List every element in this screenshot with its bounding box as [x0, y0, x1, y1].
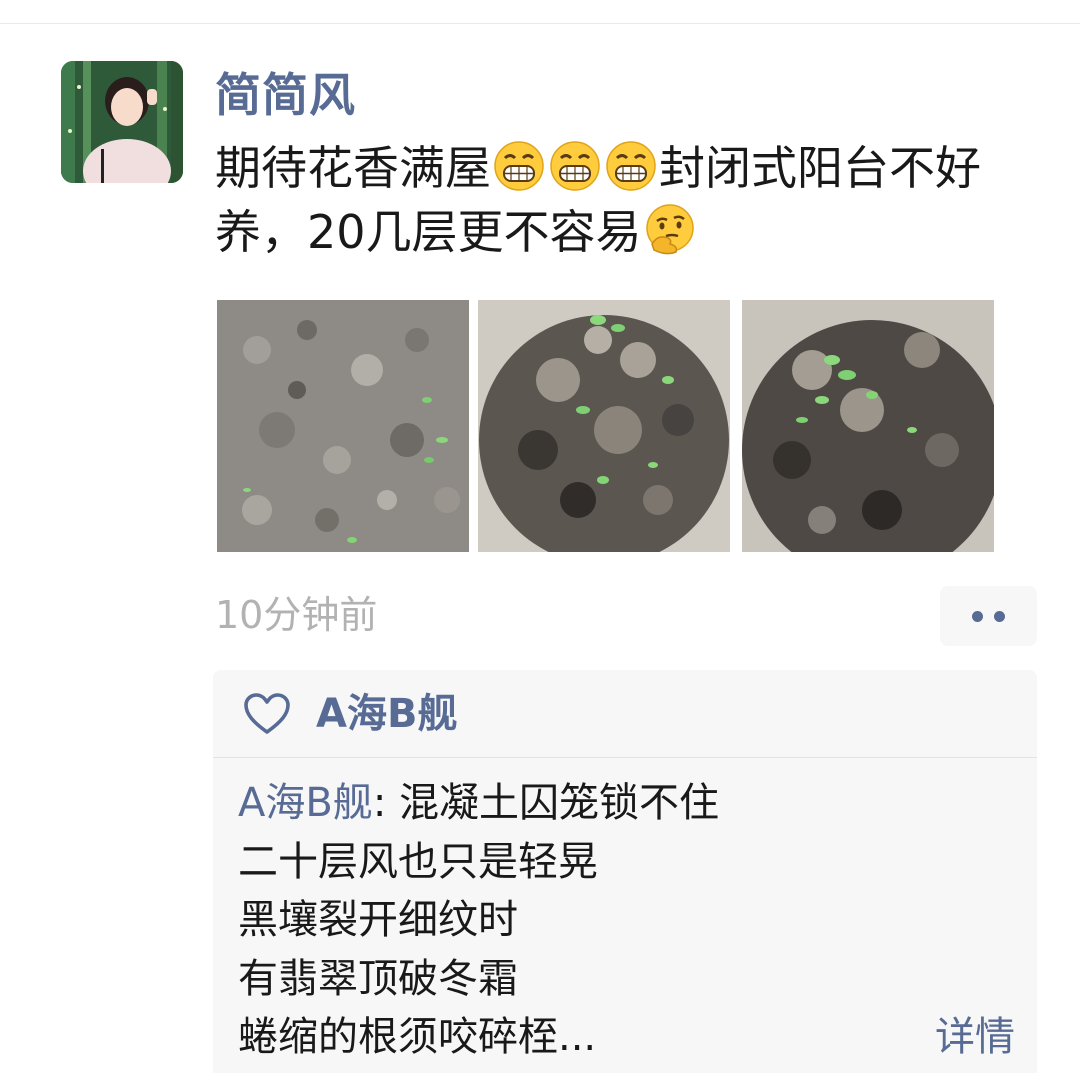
liker-name[interactable]: A海B舰 — [316, 686, 457, 742]
heart-icon — [244, 693, 290, 734]
grin-emoji-icon — [494, 141, 544, 191]
commenter-name[interactable]: A海B舰 — [238, 780, 373, 826]
post-text-part1: 期待花香满屋 — [215, 141, 491, 195]
post-photo-2[interactable] — [478, 300, 730, 552]
post-text: 期待花香满屋 封闭式阳台不好养，20几层更不容易 — [215, 136, 1035, 264]
more-dot-icon — [972, 610, 983, 622]
comment-line: 黑壤裂开细纹时 — [238, 897, 518, 943]
more-actions-button[interactable] — [940, 586, 1037, 646]
more-dot-icon — [994, 610, 1005, 622]
comment-text: 混凝土囚笼锁不住 — [399, 780, 720, 826]
author-name[interactable]: 简简风 — [215, 64, 356, 126]
comment-line: 有翡翠顶破冬霜 — [238, 955, 518, 1002]
comment-separator: : — [372, 780, 400, 826]
thinking-emoji-icon — [645, 204, 694, 255]
comment-line: 蜷缩的根须咬碎桎... — [238, 1014, 597, 1060]
grin-emoji-icon — [606, 141, 656, 191]
author-avatar[interactable] — [61, 61, 183, 183]
post-photo-1[interactable] — [217, 300, 469, 552]
comment-item[interactable]: A海B舰: 混凝土囚笼锁不住 二十层风也只是轻晃 黑壤裂开细纹时 有翡翠顶破冬霜… — [238, 774, 1028, 1067]
comment-line: A海B舰: 混凝土囚笼锁不住 — [238, 774, 1028, 833]
interaction-panel: A海B舰 A海B舰: 混凝土囚笼锁不住 二十层风也只是轻晃 黑壤裂开细纹时 有翡… — [213, 670, 1037, 1073]
likes-row: A海B舰 — [213, 670, 1037, 758]
post-photo-3[interactable] — [742, 300, 994, 552]
post-timestamp: 10分钟前 — [215, 593, 378, 637]
detail-link[interactable]: 详情 — [935, 1008, 1015, 1066]
top-divider — [0, 23, 1080, 24]
grin-emoji-icon — [550, 141, 600, 191]
comment-line: 二十层风也只是轻晃 — [238, 838, 598, 885]
